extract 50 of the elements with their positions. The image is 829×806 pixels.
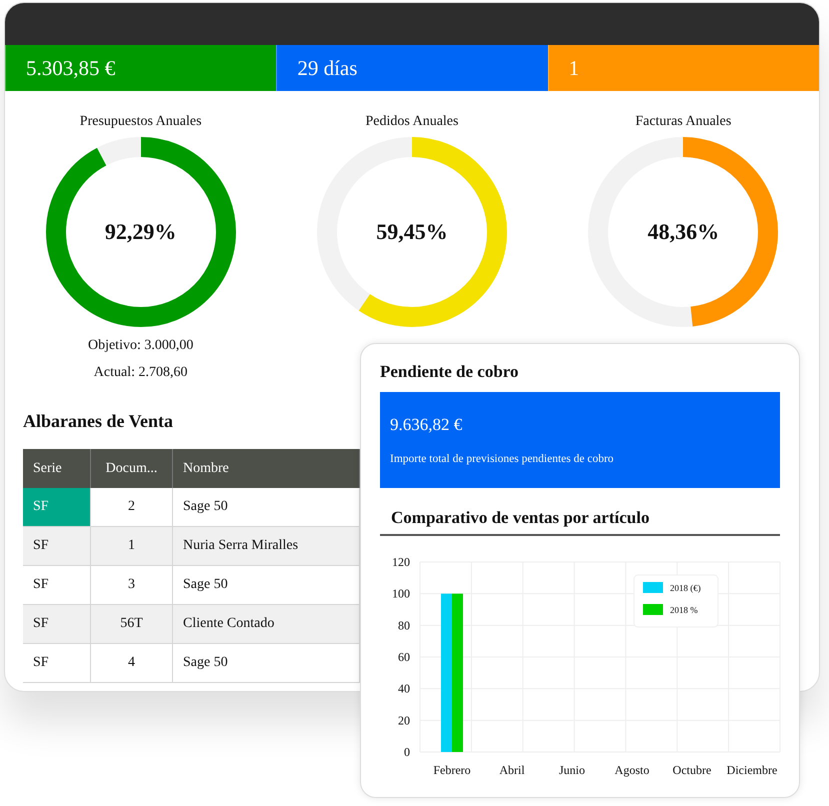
column-header: Nombre [173, 449, 360, 488]
chart-title: Presupuestos Anuales [80, 113, 202, 131]
table-cell[interactable]: 2 [91, 488, 173, 527]
percentage-value: 59,45% [376, 219, 448, 245]
table-cell[interactable]: Nuria Serra Miralles [173, 527, 360, 566]
axis-tick-label: 0 [404, 745, 410, 759]
chart-title: Comparativo de ventas por artículo [380, 508, 780, 536]
table-cell[interactable]: 56T [91, 605, 173, 644]
axis-tick-label: 40 [398, 682, 410, 696]
axis-tick-label: Febrero [433, 763, 471, 777]
percentage-value: 92,29% [104, 219, 176, 245]
table-cell[interactable]: 3 [91, 566, 173, 605]
table-cell[interactable]: 1 [91, 527, 173, 566]
legend-label: 2018 % [670, 605, 698, 615]
section-title: Albaranes de Venta [23, 411, 174, 432]
percentage-value: 48,36% [648, 219, 720, 245]
chart-title: Pedidos Anuales [366, 113, 458, 131]
amount-value: 9.636,82 € [390, 415, 464, 435]
axis-tick-label: 80 [398, 618, 410, 632]
table-cell[interactable]: Sage 50 [173, 488, 360, 527]
axis-tick-label: 60 [398, 650, 410, 664]
axis-tick-label: 20 [398, 713, 410, 728]
table-cell[interactable]: SF [23, 566, 91, 605]
axis-tick-label: 100 [392, 586, 410, 601]
legend-label: 2018 (€) [670, 583, 701, 593]
axis-tick-label: Diciembre [726, 763, 778, 777]
axis-tick-label: Octubre [672, 763, 712, 777]
amount-caption: Importe total de previsiones pendientes de cobro [390, 453, 615, 465]
axis-tick-label: Abril [499, 763, 525, 777]
axis-tick-label: Junio [559, 763, 585, 777]
table-cell[interactable]: Sage 50 [173, 644, 360, 683]
axis-tick-label: Agosto [614, 763, 650, 777]
table-cell[interactable]: Cliente Contado [173, 605, 360, 644]
legend-swatch [643, 604, 663, 615]
stat-tile: 1 [548, 45, 819, 91]
stat-tile: 29 días [276, 45, 548, 91]
objective-label: Objetivo: 3.000,00 [88, 337, 194, 355]
table-cell[interactable]: SF [23, 644, 91, 683]
stat-tile: 5.303,85 € [5, 45, 276, 91]
chart-title: Facturas Anuales [635, 113, 732, 131]
table-cell[interactable]: SF [23, 527, 91, 566]
table-cell[interactable]: Sage 50 [173, 566, 360, 605]
column-header: Serie [23, 449, 91, 488]
table-cell[interactable]: SF [23, 605, 91, 644]
table-cell[interactable]: 4 [91, 644, 173, 683]
card-title: Pendiente de cobro [380, 362, 520, 382]
actual-label: Actual: 2.708,60 [94, 364, 188, 382]
column-header: Docum... [91, 449, 173, 488]
axis-tick-label: 120 [392, 555, 410, 569]
legend-swatch [643, 582, 663, 593]
